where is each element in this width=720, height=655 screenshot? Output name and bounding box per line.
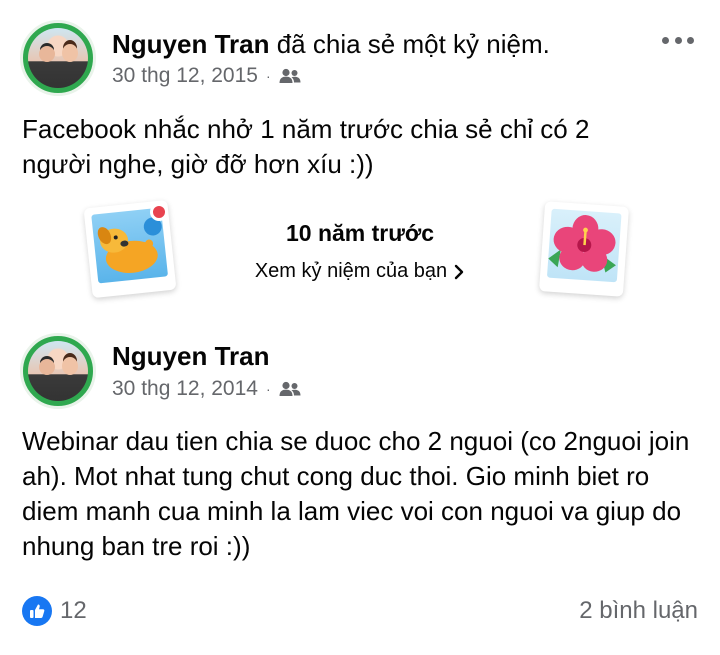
- author-avatar[interactable]: [20, 20, 96, 96]
- view-memories-label: Xem kỷ niệm của bạn: [254, 260, 448, 282]
- like-count: 12: [60, 597, 87, 624]
- more-options-button[interactable]: [662, 30, 694, 50]
- chevron-right-icon: [454, 264, 464, 279]
- more-icon: [662, 36, 669, 44]
- reactions-summary[interactable]: 12: [22, 596, 87, 626]
- original-author-avatar[interactable]: [20, 333, 96, 409]
- original-post-text: Webinar dau tien chia se duoc cho 2 nguo…: [22, 426, 690, 561]
- comments-count-link[interactable]: 2 bình luận: [579, 597, 698, 625]
- shared-post-text: Facebook nhắc nhở 1 năm trước chia sẻ ch…: [22, 114, 590, 179]
- memory-card[interactable]: 10 năm trước Xem kỷ niệm của bạn: [0, 196, 720, 308]
- post-header: Nguyen Tran đã chia sẻ một kỷ niệm.: [112, 28, 550, 60]
- meta-separator: ·: [265, 381, 271, 397]
- friends-icon[interactable]: [279, 381, 301, 397]
- avatar-photo: [28, 28, 88, 88]
- like-icon: [22, 596, 52, 626]
- post-footer: 12 2 bình luận: [22, 595, 698, 627]
- original-post-meta: 30 thg 12, 2014 ·: [112, 377, 301, 401]
- meta-separator: ·: [265, 68, 271, 84]
- post-action: đã chia sẻ một kỷ niệm.: [276, 29, 550, 59]
- original-post-header: Nguyen Tran: [112, 340, 269, 372]
- avatar-photo: [28, 341, 88, 401]
- original-post-date[interactable]: 30 thg 12, 2014: [112, 377, 258, 401]
- notification-dot: [150, 203, 168, 221]
- friends-icon[interactable]: [279, 68, 301, 84]
- original-author-name[interactable]: Nguyen Tran: [112, 341, 269, 371]
- post-meta: 30 thg 12, 2015 ·: [112, 64, 301, 88]
- post-date[interactable]: 30 thg 12, 2015: [112, 64, 258, 88]
- hibiscus-photo-icon: [538, 201, 630, 297]
- author-name[interactable]: Nguyen Tran: [112, 29, 269, 59]
